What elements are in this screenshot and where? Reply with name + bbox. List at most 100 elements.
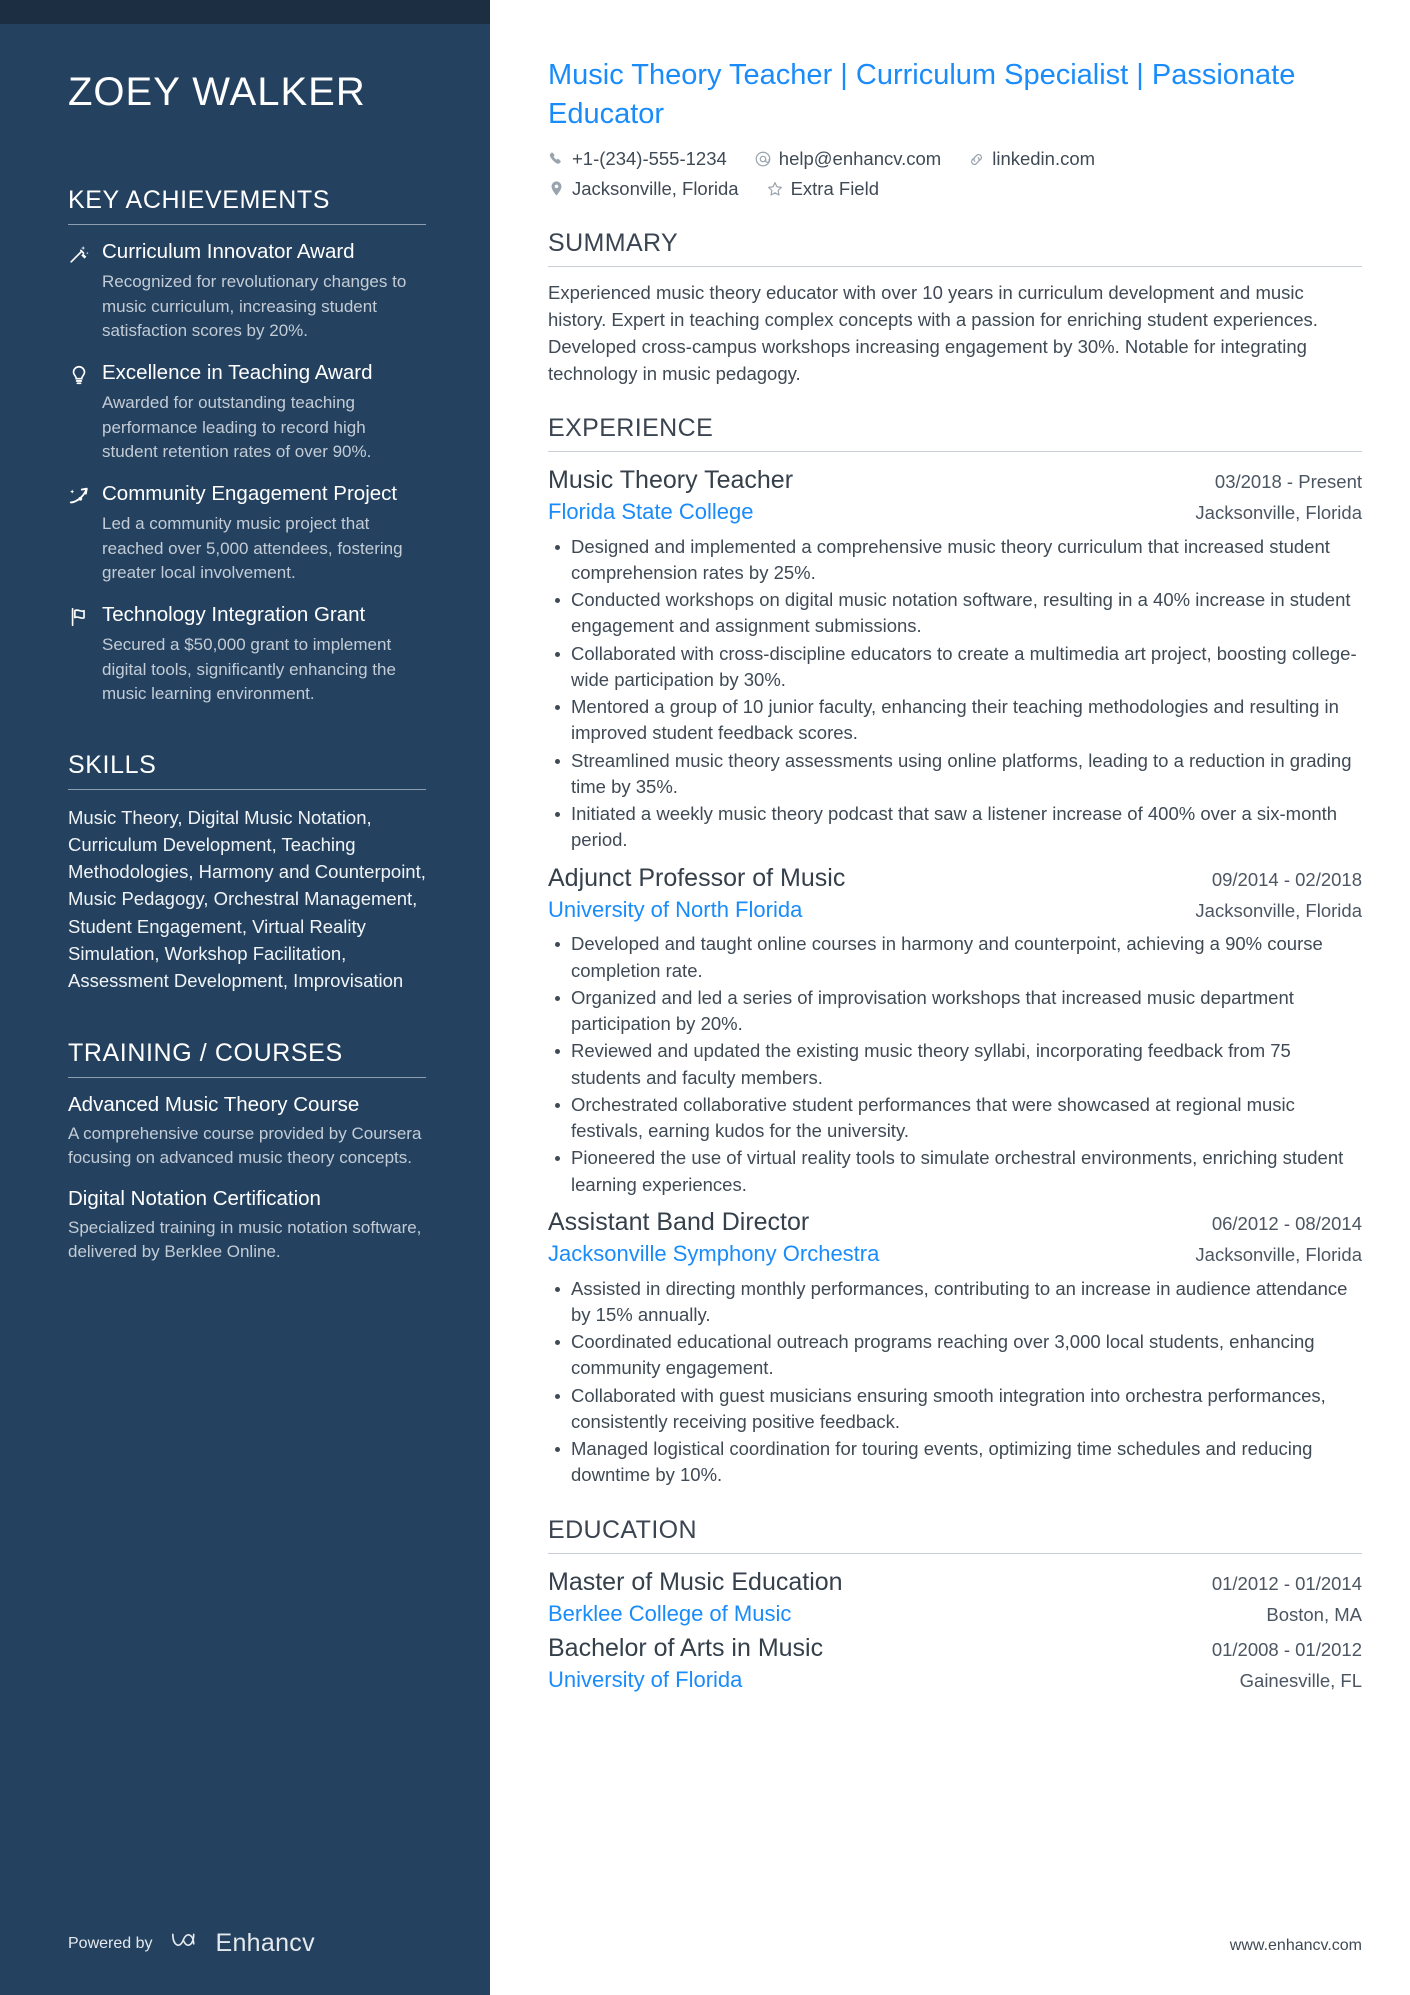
contact-phone[interactable]: +1-(234)-555-1234 xyxy=(548,146,727,172)
job-bullet: Pioneered the use of virtual reality too… xyxy=(548,1145,1362,1198)
job-date-range: 09/2014 - 02/2018 xyxy=(1211,868,1362,890)
education-entry-sub: Berklee College of Music Boston, MA xyxy=(548,1600,1362,1629)
job-bullet: Reviewed and updated the existing music … xyxy=(548,1038,1362,1091)
course-item: Digital Notation Certification Specializ… xyxy=(68,1186,426,1264)
divider xyxy=(68,1077,426,1079)
achievement-item: Technology Integration Grant Secured a $… xyxy=(68,602,426,706)
lightbulb-icon xyxy=(68,360,102,464)
achievement-title: Community Engagement Project xyxy=(102,481,398,505)
phone-icon xyxy=(548,151,565,168)
job-location: Jacksonville, Florida xyxy=(1195,1243,1362,1265)
main-content: Music Theory Teacher | Curriculum Specia… xyxy=(548,0,1362,1937)
section-training-courses: TRAINING / COURSES Advanced Music Theory… xyxy=(68,1038,426,1264)
rocket-arrow-icon xyxy=(68,481,102,585)
divider xyxy=(548,265,1362,267)
star-icon xyxy=(766,180,784,198)
education-entry-head: Bachelor of Arts in Music 01/2008 - 01/2… xyxy=(548,1632,1362,1664)
section-heading-skills: SKILLS xyxy=(68,750,157,779)
degree-title: Bachelor of Arts in Music xyxy=(548,1634,824,1663)
experience-entry: Music Theory Teacher 03/2018 - Present F… xyxy=(548,464,1362,854)
experience-entry-head: Music Theory Teacher 03/2018 - Present xyxy=(548,464,1362,496)
experience-entry: Adjunct Professor of Music 09/2014 - 02/… xyxy=(548,862,1362,1198)
contact-linkedin-text: linkedin.com xyxy=(992,148,1096,170)
divider xyxy=(548,1552,1362,1554)
achievement-description: Recognized for revolutionary changes to … xyxy=(102,272,407,340)
sidebar-top-band xyxy=(0,0,490,24)
sidebar-footer: Powered by Enhancv xyxy=(0,1928,490,1995)
achievement-item: Curriculum Innovator Award Recognized fo… xyxy=(68,239,426,343)
at-email-icon xyxy=(754,150,772,168)
school-location: Boston, MA xyxy=(1266,1603,1362,1625)
summary-text: Experienced music theory educator with o… xyxy=(548,281,1318,384)
magic-wand-icon xyxy=(68,239,102,343)
contact-email-text: help@enhancv.com xyxy=(778,148,942,170)
job-bullet: Organized and led a series of improvisat… xyxy=(548,985,1362,1038)
enhancv-wordmark: Enhancv xyxy=(215,1929,315,1957)
degree-date-range: 01/2012 - 01/2014 xyxy=(1211,1572,1362,1594)
degree-date-range: 01/2008 - 01/2012 xyxy=(1211,1639,1362,1661)
section-heading-training: TRAINING / COURSES xyxy=(68,1039,343,1068)
section-key-achievements: KEY ACHIEVEMENTS Curriculum Innovator Aw… xyxy=(68,185,426,706)
job-date-range: 03/2018 - Present xyxy=(1214,470,1362,492)
job-bullet: Coordinated educational outreach program… xyxy=(548,1329,1362,1382)
course-description: A comprehensive course provided by Cours… xyxy=(68,1123,422,1167)
section-heading-experience: EXPERIENCE xyxy=(548,413,714,442)
job-title: Music Theory Teacher xyxy=(548,465,794,494)
job-date-range: 06/2012 - 08/2014 xyxy=(1211,1212,1362,1234)
contact-phone-text: +1-(234)-555-1234 xyxy=(572,148,727,170)
experience-entry-sub: Jacksonville Symphony Orchestra Jacksonv… xyxy=(548,1240,1362,1269)
contact-row: Jacksonville, Florida Extra Field xyxy=(548,176,1362,202)
course-description: Specialized training in music notation s… xyxy=(68,1217,422,1261)
contact-extra-field[interactable]: Extra Field xyxy=(766,176,879,202)
enhancv-logo: Enhancv xyxy=(169,1928,315,1959)
contact-location[interactable]: Jacksonville, Florida xyxy=(548,176,739,202)
resume-page: ZOEY WALKER KEY ACHIEVEMENTS Curriculum … xyxy=(0,0,1410,1995)
job-bullet: Collaborated with cross-discipline educa… xyxy=(548,641,1362,694)
experience-entry-head: Adjunct Professor of Music 09/2014 - 02/… xyxy=(548,862,1362,894)
divider xyxy=(548,450,1362,452)
job-organization[interactable]: Jacksonville Symphony Orchestra xyxy=(548,1240,879,1269)
achievement-title: Curriculum Innovator Award xyxy=(102,239,355,263)
achievement-item: Excellence in Teaching Award Awarded for… xyxy=(68,360,426,464)
contact-linkedin[interactable]: linkedin.com xyxy=(968,146,1095,172)
website-url[interactable]: www.enhancv.com xyxy=(1230,1937,1362,1954)
main-footer: www.enhancv.com xyxy=(548,1937,1362,1995)
job-bullet: Initiated a weekly music theory podcast … xyxy=(548,801,1362,854)
job-organization[interactable]: Florida State College xyxy=(548,498,753,527)
course-title: Advanced Music Theory Course xyxy=(68,1093,360,1117)
job-bullet: Streamlined music theory assessments usi… xyxy=(548,748,1362,801)
education-entry-sub: University of Florida Gainesville, FL xyxy=(548,1666,1362,1695)
section-heading-education: EDUCATION xyxy=(548,1515,697,1544)
sidebar: ZOEY WALKER KEY ACHIEVEMENTS Curriculum … xyxy=(0,0,490,1995)
job-bullet: Conducted workshops on digital music not… xyxy=(548,587,1362,640)
professional-headline: Music Theory Teacher | Curriculum Specia… xyxy=(548,59,1296,130)
achievement-title: Technology Integration Grant xyxy=(102,602,366,626)
page-title: ZOEY WALKER xyxy=(68,70,366,114)
job-bullets: Designed and implemented a comprehensive… xyxy=(548,534,1362,854)
experience-entry-sub: Florida State College Jacksonville, Flor… xyxy=(548,498,1362,527)
job-title: Adjunct Professor of Music xyxy=(548,863,846,892)
contact-email[interactable]: help@enhancv.com xyxy=(754,146,941,172)
job-organization[interactable]: University of North Florida xyxy=(548,896,802,925)
school-name[interactable]: Berklee College of Music xyxy=(548,1600,791,1629)
contact-extra-field-text: Extra Field xyxy=(790,178,879,200)
job-bullets: Assisted in directing monthly performanc… xyxy=(548,1276,1362,1489)
experience-entry-head: Assistant Band Director 06/2012 - 08/201… xyxy=(548,1206,1362,1238)
contact-location-text: Jacksonville, Florida xyxy=(572,178,739,200)
school-name[interactable]: University of Florida xyxy=(548,1666,742,1695)
contact-info: +1-(234)-555-1234 help@enhancv.com linke… xyxy=(548,146,1362,202)
education-entry-head: Master of Music Education 01/2012 - 01/2… xyxy=(548,1566,1362,1598)
job-bullet: Developed and taught online courses in h… xyxy=(548,931,1362,984)
skills-list: Music Theory, Digital Music Notation, Cu… xyxy=(68,806,426,991)
job-location: Jacksonville, Florida xyxy=(1195,501,1362,523)
course-title: Digital Notation Certification xyxy=(68,1187,321,1211)
contact-row: +1-(234)-555-1234 help@enhancv.com linke… xyxy=(548,146,1362,172)
school-location: Gainesville, FL xyxy=(1239,1670,1362,1692)
sidebar-content: ZOEY WALKER KEY ACHIEVEMENTS Curriculum … xyxy=(0,24,490,1928)
education-entry: Master of Music Education 01/2012 - 01/2… xyxy=(548,1566,1362,1629)
infinity-logo-icon xyxy=(169,1928,207,1959)
section-heading-summary: SUMMARY xyxy=(548,228,679,257)
section-experience: EXPERIENCE Music Theory Teacher 03/2018 … xyxy=(548,413,1362,1489)
section-heading-achievements: KEY ACHIEVEMENTS xyxy=(68,185,330,214)
achievement-description: Led a community music project that reach… xyxy=(102,514,403,582)
